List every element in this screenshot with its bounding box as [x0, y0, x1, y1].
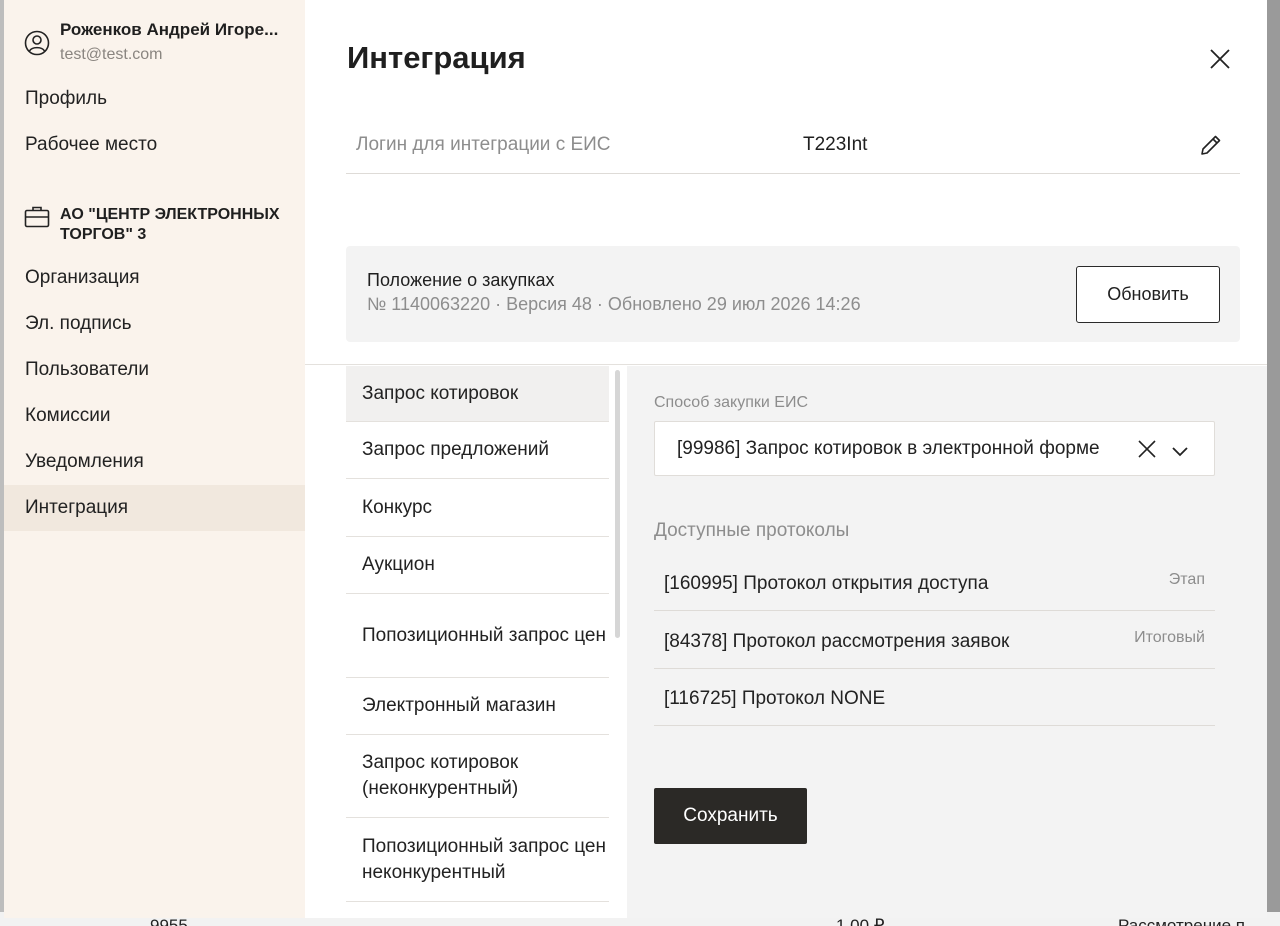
user-email: test@test.com — [60, 46, 163, 63]
login-value: T223Int — [803, 134, 868, 155]
protocol-tag: Этап — [1168, 571, 1205, 588]
sidebar-item-workplace[interactable]: Рабочее место — [4, 122, 305, 168]
method-item-proposals[interactable]: Запрос предложений — [346, 422, 609, 479]
save-button[interactable]: Сохранить — [654, 788, 807, 844]
sidebar-item-integration[interactable]: Интеграция — [4, 485, 305, 531]
procurement-regulation-card: Положение о закупках № 1140063220 · Верс… — [346, 246, 1240, 342]
clear-icon[interactable] — [1136, 438, 1158, 460]
eis-method-select[interactable]: [99986] Запрос котировок в электронной ф… — [654, 421, 1215, 476]
background-page-edge-right — [1267, 0, 1280, 926]
method-item-itemized-price-request[interactable]: Попозиционный запрос цен — [346, 594, 609, 678]
eis-method-value: [99986] Запрос котировок в электронной ф… — [677, 438, 1100, 459]
method-item-quotation-noncompetitive[interactable]: Запрос котировок (неконкурентный) — [346, 735, 609, 818]
regulation-meta: № 1140063220 · Версия 48 · Обновлено 29 … — [367, 294, 861, 314]
user-icon — [24, 30, 50, 56]
chevron-down-icon[interactable] — [1169, 440, 1191, 462]
protocol-name: [116725] Протокол NONE — [664, 688, 886, 709]
sidebar-item-notifications[interactable]: Уведомления — [4, 439, 305, 485]
protocol-name: [160995] Протокол открытия доступа — [664, 573, 989, 594]
method-item-e-shop[interactable]: Электронный магазин — [346, 678, 609, 735]
refresh-button[interactable]: Обновить — [1076, 266, 1220, 323]
settings-sidebar: Роженков Андрей Игоре... test@test.com П… — [4, 0, 305, 918]
sidebar-item-profile[interactable]: Профиль — [4, 76, 305, 122]
page-title: Интеграция — [347, 40, 526, 75]
method-item-quotation[interactable]: Запрос котировок — [346, 366, 609, 422]
regulation-title: Положение о закупках — [367, 270, 555, 290]
protocol-name: [84378] Протокол рассмотрения заявок — [664, 631, 1010, 652]
divider — [305, 364, 1267, 365]
procurement-method-list[interactable]: Запрос котировок Запрос предложений Конк… — [346, 366, 609, 918]
organization-name: АО "ЦЕНТР ЭЛЕКТРОННЫХ ТОРГОВ" 3 — [60, 206, 280, 243]
integration-login-row: Логин для интеграции с ЕИС T223Int — [346, 118, 1240, 174]
sidebar-item-commissions[interactable]: Комиссии — [4, 393, 305, 439]
method-item-itemized-noncompetitive[interactable]: Попозиционный запрос цен неконкурентный — [346, 818, 609, 902]
integration-modal: Интеграция Логин для интеграции с ЕИС T2… — [305, 0, 1267, 918]
method-item-auction[interactable]: Аукцион — [346, 537, 609, 594]
protocol-item: [116725] Протокол NONE — [654, 668, 1215, 726]
sidebar-item-users[interactable]: Пользователи — [4, 347, 305, 393]
pencil-icon[interactable] — [1198, 132, 1224, 158]
user-name: Роженков Андрей Игоре... — [60, 20, 279, 39]
eis-method-label: Способ закупки ЕИС — [654, 394, 808, 411]
protocols-label: Доступные протоколы — [654, 520, 850, 541]
protocol-item: [160995] Протокол открытия доступа Этап — [654, 553, 1215, 611]
login-label: Логин для интеграции с ЕИС — [356, 134, 611, 155]
method-list-scrollbar[interactable] — [615, 370, 620, 638]
close-icon[interactable] — [1205, 44, 1235, 74]
briefcase-icon — [24, 206, 50, 228]
sidebar-item-organization[interactable]: Организация — [4, 255, 305, 301]
protocol-tag: Итоговый — [1134, 629, 1205, 646]
protocol-item: [84378] Протокол рассмотрения заявок Ито… — [654, 611, 1215, 669]
method-settings-panel: Способ закупки ЕИС [99986] Запрос котиро… — [627, 366, 1267, 918]
sidebar-item-signature[interactable]: Эл. подпись — [4, 301, 305, 347]
method-item-contest[interactable]: Конкурс — [346, 479, 609, 537]
